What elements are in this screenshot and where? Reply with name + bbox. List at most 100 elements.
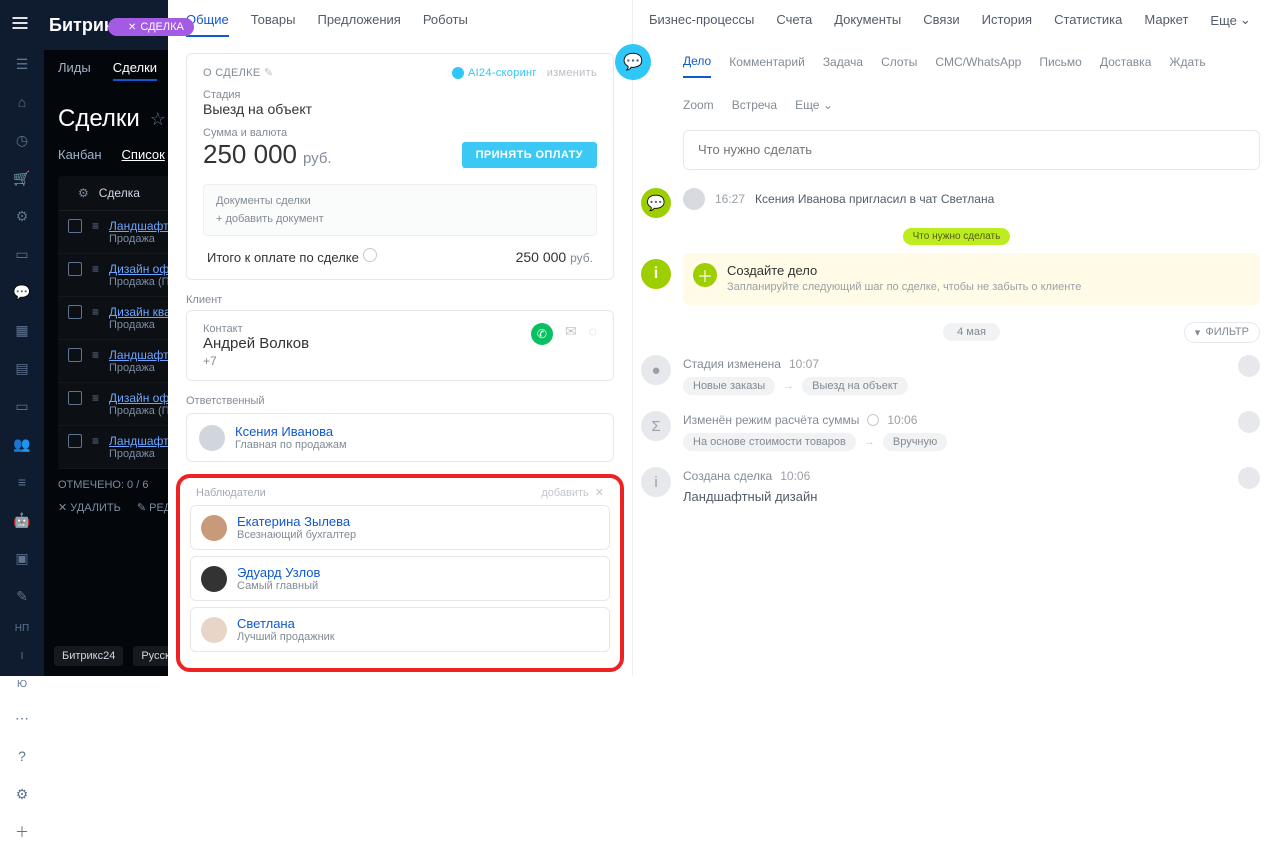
- filter-button[interactable]: ▾ФИЛЬТР: [1184, 322, 1260, 343]
- sidebar-calendar-icon[interactable]: ▦: [12, 320, 32, 340]
- tl-tab-more[interactable]: Еще ⌄: [795, 96, 833, 120]
- nav-tab-leads[interactable]: Лиды: [58, 60, 91, 81]
- view-kanban[interactable]: Канбан: [58, 147, 102, 162]
- close-icon[interactable]: ✕: [128, 22, 136, 33]
- observer-name[interactable]: Екатерина Зылева: [237, 514, 356, 529]
- sidebar-wallet-icon[interactable]: ▭: [12, 396, 32, 416]
- phone-icon[interactable]: ✆: [531, 323, 553, 345]
- info-icon[interactable]: [867, 414, 879, 426]
- sidebar-plus-icon[interactable]: ＋: [12, 822, 32, 842]
- tl-tab-delivery[interactable]: Доставка: [1100, 53, 1152, 77]
- sidebar-more-icon[interactable]: ⋯: [12, 708, 32, 728]
- client-phone[interactable]: +7: [203, 354, 309, 368]
- tl-tab-meeting[interactable]: Встреча: [732, 96, 777, 120]
- tl-tab-todo[interactable]: Дело: [683, 52, 711, 78]
- tab-robots[interactable]: Роботы: [423, 8, 468, 37]
- tl-tab-slots[interactable]: Слоты: [881, 53, 917, 77]
- footer-brand[interactable]: Битрикс24: [54, 646, 123, 666]
- sidebar-clock-icon[interactable]: ◷: [12, 130, 32, 150]
- row-checkbox[interactable]: [68, 391, 82, 405]
- plus-icon[interactable]: ＋: [693, 263, 717, 287]
- tab-documents[interactable]: Документы: [834, 8, 901, 36]
- add-observer-link[interactable]: добавить✕: [541, 486, 604, 499]
- sidebar-robot-icon[interactable]: 🤖: [12, 510, 32, 530]
- gear-icon[interactable]: ⚙: [78, 186, 89, 200]
- sidebar-people-icon[interactable]: 👥: [12, 434, 32, 454]
- sidebar-home-icon[interactable]: ⌂: [12, 92, 32, 112]
- observer-name[interactable]: Эдуард Узлов: [237, 565, 320, 580]
- sidebar-pen-icon[interactable]: ✎: [12, 586, 32, 606]
- add-document-link[interactable]: + добавить документ: [216, 213, 584, 225]
- info-icon[interactable]: [363, 248, 377, 262]
- sidebar-box-icon[interactable]: ▣: [12, 548, 32, 568]
- sidebar-doc-icon[interactable]: ▤: [12, 358, 32, 378]
- observer-item[interactable]: Екатерина ЗылеваВсезнающий бухгалтер: [190, 505, 610, 550]
- tab-connections[interactable]: Связи: [923, 8, 959, 36]
- mail-icon[interactable]: ✉: [565, 323, 577, 345]
- sidebar-chat-icon[interactable]: 💬: [12, 282, 32, 302]
- row-checkbox[interactable]: [68, 219, 82, 233]
- sidebar-help-icon[interactable]: ?: [12, 746, 32, 766]
- page-title: Сделки: [58, 105, 140, 133]
- view-list[interactable]: Список: [122, 147, 165, 162]
- row-checkbox[interactable]: [68, 348, 82, 362]
- responsible-name[interactable]: Ксения Иванова: [235, 424, 347, 439]
- timeline-pin-icon[interactable]: 💬: [615, 44, 651, 80]
- observer-name[interactable]: Светлана: [237, 616, 335, 631]
- accept-payment-button[interactable]: ПРИНЯТЬ ОПЛАТУ: [462, 142, 597, 168]
- row-checkbox[interactable]: [68, 262, 82, 276]
- tab-products[interactable]: Товары: [251, 8, 296, 37]
- timeline-input[interactable]: [698, 142, 1245, 157]
- client-name[interactable]: Андрей Волков: [203, 335, 309, 352]
- tl-tab-task[interactable]: Задача: [823, 53, 863, 77]
- drag-icon[interactable]: ≡: [92, 262, 99, 288]
- tl-tab-comment[interactable]: Комментарий: [729, 53, 805, 77]
- sidebar-settings-icon[interactable]: ⚙: [12, 784, 32, 804]
- drag-icon[interactable]: ≡: [92, 348, 99, 374]
- responsible-person[interactable]: Ксения Иванова Главная по продажам: [186, 413, 614, 462]
- sidebar-item-i[interactable]: I: [21, 652, 24, 662]
- tl-tab-sms[interactable]: СМС/WhatsApp: [935, 53, 1021, 77]
- tab-bizproc[interactable]: Бизнес-процессы: [649, 8, 754, 36]
- observer-item[interactable]: СветланаЛучший продажник: [190, 607, 610, 652]
- drag-icon[interactable]: ≡: [92, 434, 99, 460]
- observer-item[interactable]: Эдуард УзловСамый главный: [190, 556, 610, 601]
- clear-icon[interactable]: ✕: [595, 486, 604, 499]
- tab-statistics[interactable]: Статистика: [1054, 8, 1122, 36]
- ai-scoring[interactable]: AI24-скоринг: [452, 67, 537, 79]
- tab-offers[interactable]: Предложения: [317, 8, 400, 37]
- tab-invoices[interactable]: Счета: [776, 8, 812, 36]
- tl-tab-zoom[interactable]: Zoom: [683, 96, 714, 120]
- star-icon[interactable]: ☆: [150, 109, 166, 130]
- timeline-input-wrap[interactable]: [683, 130, 1260, 170]
- row-checkbox[interactable]: [68, 305, 82, 319]
- deal-chip[interactable]: ✕ СДЕЛКА: [108, 18, 194, 36]
- drag-icon[interactable]: ≡: [92, 219, 99, 245]
- todo-card[interactable]: i ＋ Создайте дело Запланируйте следующий…: [683, 253, 1260, 305]
- observer-role: Всезнающий бухгалтер: [237, 529, 356, 541]
- nav-tab-deals[interactable]: Сделки: [113, 60, 157, 81]
- sidebar-card-icon[interactable]: ▭: [12, 244, 32, 264]
- tab-history[interactable]: История: [982, 8, 1032, 36]
- deal-top-tabs: Общие Товары Предложения Роботы: [168, 0, 632, 37]
- event-title: Изменён режим расчёта суммы: [683, 413, 859, 427]
- sidebar-db-icon[interactable]: ≡: [12, 472, 32, 492]
- tl-tab-mail[interactable]: Письмо: [1039, 53, 1082, 77]
- sidebar-filter-icon[interactable]: ☰: [12, 54, 32, 74]
- sidebar-cart-icon[interactable]: 🛒: [12, 168, 32, 188]
- drag-icon[interactable]: ≡: [92, 305, 99, 331]
- sidebar-item-np[interactable]: НП: [15, 624, 29, 634]
- delete-button[interactable]: ✕ УДАЛИТЬ: [58, 501, 121, 514]
- event-title: Стадия изменена: [683, 357, 781, 371]
- tl-tab-wait[interactable]: Ждать: [1169, 53, 1205, 77]
- edit-link[interactable]: изменить: [547, 67, 597, 79]
- tab-market[interactable]: Маркет: [1144, 8, 1188, 36]
- row-checkbox[interactable]: [68, 434, 82, 448]
- hamburger-icon[interactable]: [10, 13, 34, 37]
- chat-icon[interactable]: ◌: [589, 323, 597, 345]
- tab-more[interactable]: Еще ⌄: [1210, 8, 1250, 36]
- drag-icon[interactable]: ≡: [92, 391, 99, 417]
- sidebar-item-yu[interactable]: Ю: [17, 680, 27, 690]
- sidebar-link-icon[interactable]: ⚙: [12, 206, 32, 226]
- pencil-icon[interactable]: ✎: [264, 67, 274, 79]
